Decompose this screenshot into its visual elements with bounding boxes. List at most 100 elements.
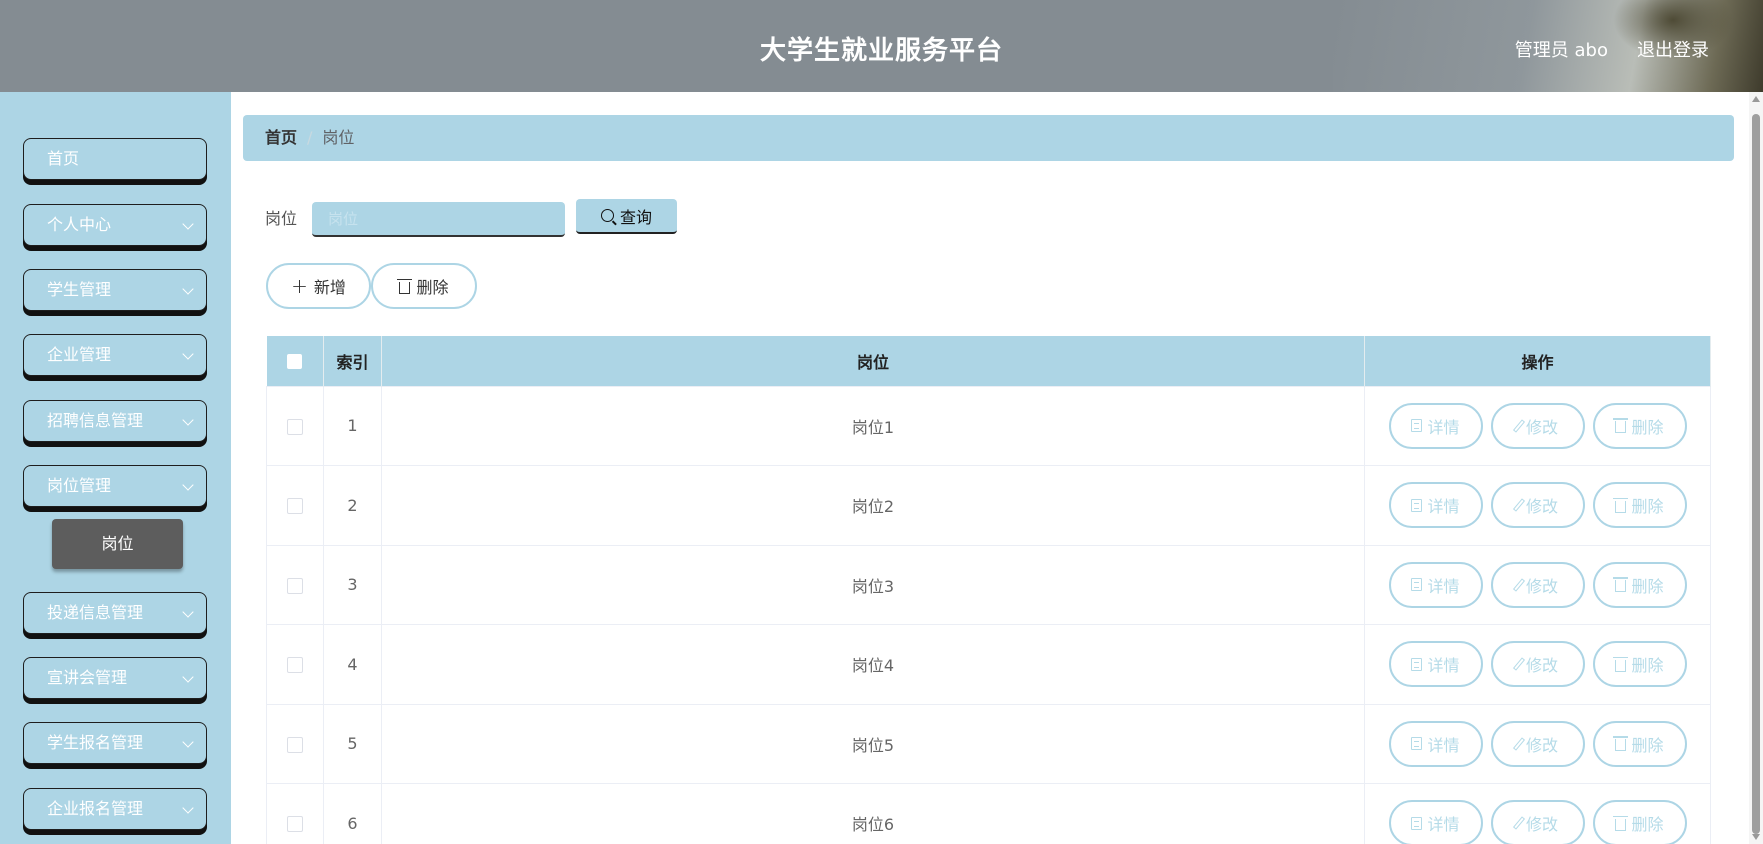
select-all-checkbox[interactable] bbox=[287, 354, 303, 370]
row-position: 岗位5 bbox=[381, 703, 1365, 784]
edit-button[interactable]: 修改 bbox=[1490, 720, 1585, 767]
sidebar-item-delivery-management[interactable]: 投递信息管理 bbox=[23, 592, 207, 634]
chevron-down-icon bbox=[182, 283, 194, 295]
edit-button-label: 修改 bbox=[1525, 815, 1558, 835]
sidebar-item-personal-center[interactable]: 个人中心 bbox=[23, 204, 207, 246]
search-icon bbox=[600, 209, 614, 222]
row-index: 6 bbox=[323, 783, 382, 844]
edit-button[interactable]: 修改 bbox=[1490, 482, 1585, 529]
edit-button[interactable]: 修改 bbox=[1490, 641, 1585, 688]
row-index: 2 bbox=[323, 465, 382, 546]
trash-icon bbox=[1613, 656, 1629, 672]
detail-button[interactable]: 详情 bbox=[1388, 720, 1483, 767]
row-index: 3 bbox=[323, 544, 382, 625]
row-position: 岗位1 bbox=[381, 385, 1365, 466]
row-position: 岗位4 bbox=[381, 624, 1365, 705]
page-scrollbar[interactable] bbox=[1749, 92, 1763, 844]
sidebar-item-position-management[interactable]: 岗位管理 bbox=[23, 465, 207, 507]
row-actions: 详情 修改 删除 bbox=[1364, 385, 1711, 466]
scroll-up-arrow-icon[interactable] bbox=[1752, 96, 1760, 102]
edit-button-label: 修改 bbox=[1525, 735, 1558, 755]
row-position: 岗位3 bbox=[381, 544, 1365, 625]
column-header-index: 索引 bbox=[323, 336, 382, 386]
sidebar-item-recruitment-management[interactable]: 招聘信息管理 bbox=[23, 400, 207, 442]
detail-button[interactable]: 详情 bbox=[1388, 800, 1483, 844]
table-row: 5 岗位5 详情 修改 删除 bbox=[266, 703, 1711, 784]
edit-button-label: 修改 bbox=[1525, 576, 1558, 596]
trash-icon bbox=[1613, 577, 1629, 593]
chevron-down-icon bbox=[182, 218, 194, 230]
breadcrumb-home[interactable]: 首页 bbox=[265, 128, 297, 147]
bulk-delete-button[interactable]: 删除 bbox=[371, 263, 477, 309]
pencil-icon bbox=[1512, 498, 1526, 512]
delete-button[interactable]: 删除 bbox=[1592, 561, 1687, 608]
detail-button[interactable]: 详情 bbox=[1388, 561, 1483, 608]
row-checkbox[interactable] bbox=[287, 657, 303, 674]
add-button[interactable]: + 新增 bbox=[266, 263, 371, 309]
app-title: 大学生就业服务平台 bbox=[759, 36, 1003, 66]
logout-link[interactable]: 退出登录 bbox=[1637, 36, 1709, 62]
detail-button[interactable]: 详情 bbox=[1388, 482, 1483, 529]
row-select-cell bbox=[266, 783, 324, 844]
sidebar-item-home[interactable]: 首页 bbox=[23, 138, 207, 180]
row-checkbox[interactable] bbox=[287, 816, 303, 833]
sidebar-item-student-management[interactable]: 学生管理 bbox=[23, 269, 207, 311]
sidebar-item-label: 宣讲会管理 bbox=[47, 668, 128, 687]
row-actions: 详情 修改 删除 bbox=[1364, 624, 1711, 705]
row-actions: 详情 修改 删除 bbox=[1364, 783, 1711, 844]
table-row: 1 岗位1 详情 修改 删除 bbox=[266, 385, 1711, 466]
delete-button[interactable]: 删除 bbox=[1592, 402, 1687, 449]
delete-button[interactable]: 删除 bbox=[1592, 482, 1687, 529]
delete-button[interactable]: 删除 bbox=[1592, 720, 1687, 767]
trash-icon bbox=[1613, 815, 1629, 831]
row-checkbox[interactable] bbox=[287, 577, 303, 594]
detail-button[interactable]: 详情 bbox=[1388, 641, 1483, 688]
row-index: 4 bbox=[323, 624, 382, 705]
sidebar: 首页 个人中心 学生管理 企业管理 招聘信息管理 岗位管理 岗位 投递信息管理 … bbox=[0, 92, 231, 844]
detail-button-label: 详情 bbox=[1427, 576, 1460, 596]
sidebar-subitem-position[interactable]: 岗位 bbox=[52, 519, 183, 569]
row-checkbox[interactable] bbox=[287, 418, 303, 435]
sidebar-item-student-registration[interactable]: 学生报名管理 bbox=[23, 722, 207, 764]
row-position: 岗位6 bbox=[381, 783, 1365, 844]
detail-button-label: 详情 bbox=[1427, 815, 1460, 835]
sidebar-item-label: 招聘信息管理 bbox=[47, 411, 144, 430]
delete-button[interactable]: 删除 bbox=[1592, 800, 1687, 844]
edit-button-label: 修改 bbox=[1525, 417, 1558, 437]
search-button[interactable]: 查询 bbox=[576, 199, 677, 234]
detail-button[interactable]: 详情 bbox=[1388, 402, 1483, 449]
current-user: 管理员 abo bbox=[1514, 40, 1608, 61]
table-row: 6 岗位6 详情 修改 删除 bbox=[266, 783, 1711, 844]
sidebar-item-label: 企业管理 bbox=[47, 345, 112, 364]
chevron-down-icon bbox=[182, 671, 194, 683]
top-header: 大学生就业服务平台 管理员 abo 退出登录 bbox=[0, 0, 1763, 92]
row-select-cell bbox=[266, 703, 324, 784]
scrollbar-thumb[interactable] bbox=[1752, 114, 1760, 834]
delete-button[interactable]: 删除 bbox=[1592, 641, 1687, 688]
pencil-icon bbox=[1512, 737, 1526, 751]
search-input[interactable] bbox=[312, 202, 565, 237]
chevron-down-icon bbox=[182, 606, 194, 618]
edit-button[interactable]: 修改 bbox=[1490, 800, 1585, 844]
sidebar-item-label: 个人中心 bbox=[47, 215, 112, 234]
sidebar-item-company-management[interactable]: 企业管理 bbox=[23, 334, 207, 376]
document-icon bbox=[1411, 419, 1423, 433]
edit-button[interactable]: 修改 bbox=[1490, 561, 1585, 608]
row-checkbox[interactable] bbox=[287, 498, 303, 515]
row-actions: 详情 修改 删除 bbox=[1364, 544, 1711, 625]
scroll-down-arrow-icon[interactable] bbox=[1752, 834, 1760, 840]
sidebar-item-company-registration[interactable]: 企业报名管理 bbox=[23, 788, 207, 830]
table-row: 2 岗位2 详情 修改 删除 bbox=[266, 465, 1711, 546]
row-select-cell bbox=[266, 624, 324, 705]
edit-button[interactable]: 修改 bbox=[1490, 402, 1585, 449]
sidebar-item-seminar-management[interactable]: 宣讲会管理 bbox=[23, 657, 207, 699]
chevron-down-icon bbox=[182, 348, 194, 360]
breadcrumb-current: 岗位 bbox=[322, 128, 355, 147]
row-checkbox[interactable] bbox=[287, 736, 303, 753]
positions-table: 索引 岗位 操作 1 岗位1 详情 修改 删除 2 岗位2 详情 修改 删除 3 岗位3… bbox=[266, 336, 1711, 844]
pencil-icon bbox=[1512, 578, 1526, 592]
chevron-down-icon bbox=[182, 802, 194, 814]
detail-button-label: 详情 bbox=[1427, 735, 1460, 755]
document-icon bbox=[1411, 498, 1423, 512]
edit-button-label: 修改 bbox=[1525, 497, 1558, 517]
